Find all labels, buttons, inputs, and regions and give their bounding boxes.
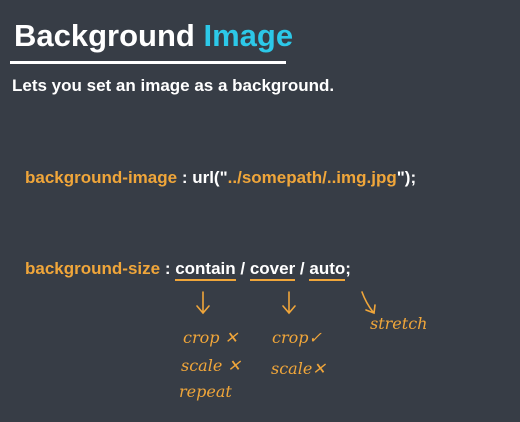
note-auto-stretch: stretch — [370, 314, 427, 333]
arrow-auto — [361, 291, 374, 313]
note-contain-repeat: repeat — [179, 382, 232, 401]
note-cover-crop: crop✓ — [272, 328, 322, 347]
note-cover-scale: scale✕ — [271, 359, 326, 378]
note-contain-scale: scale ✕ — [181, 356, 241, 375]
handwritten-notes: crop ✕ scale ✕ repeat crop✓ scale✕ stret… — [179, 291, 427, 401]
note-contain-crop: crop ✕ — [183, 328, 239, 347]
